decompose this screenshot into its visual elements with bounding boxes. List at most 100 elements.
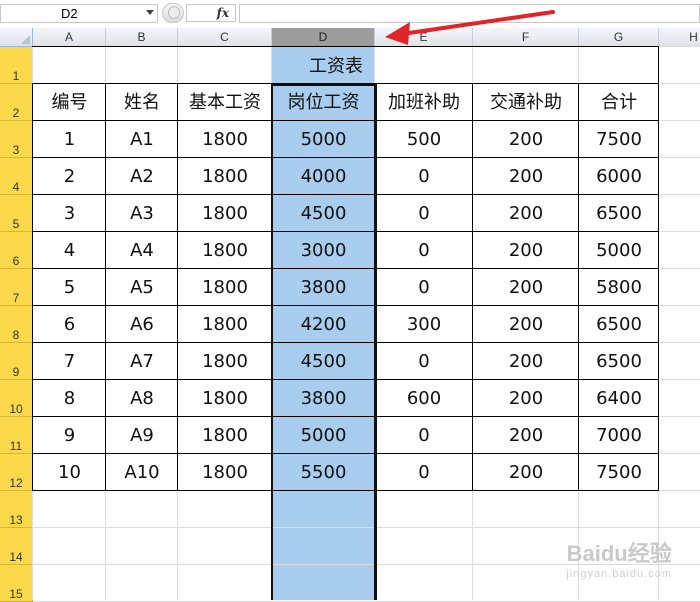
data-cell[interactable]: A2 <box>106 158 178 195</box>
data-cell[interactable]: 7500 <box>579 454 659 491</box>
data-cell[interactable]: 200 <box>473 343 579 380</box>
data-cell[interactable]: A1 <box>106 121 178 158</box>
header-cell[interactable]: 编号 <box>33 84 106 121</box>
data-cell[interactable]: 5000 <box>579 232 659 269</box>
data-cell[interactable]: 7 <box>33 343 106 380</box>
row-header-7[interactable]: 7 <box>0 269 33 306</box>
data-cell[interactable]: 4500 <box>272 343 375 380</box>
data-cell[interactable]: 1800 <box>178 158 272 195</box>
data-cell[interactable]: 600 <box>375 380 473 417</box>
row-header-8[interactable]: 8 <box>0 306 33 343</box>
row-header-15[interactable]: 15 <box>0 565 33 602</box>
data-cell[interactable]: 1800 <box>178 306 272 343</box>
row-header-3[interactable]: 3 <box>0 121 33 158</box>
table-border-horizontal <box>33 157 659 158</box>
data-cell[interactable]: 200 <box>473 417 579 454</box>
row-header-4[interactable]: 4 <box>0 158 33 195</box>
data-cell[interactable]: A3 <box>106 195 178 232</box>
row-header-9[interactable]: 9 <box>0 343 33 380</box>
data-cell[interactable]: A6 <box>106 306 178 343</box>
header-cell[interactable]: 交通补助 <box>473 84 579 121</box>
row-header-12[interactable]: 12 <box>0 454 33 491</box>
data-cell[interactable]: 0 <box>375 195 473 232</box>
data-cell[interactable]: 0 <box>375 454 473 491</box>
header-cell[interactable]: 合计 <box>579 84 659 121</box>
data-cell[interactable]: 1800 <box>178 380 272 417</box>
data-cell[interactable]: 0 <box>375 417 473 454</box>
data-cell[interactable]: A9 <box>106 417 178 454</box>
row-header-11[interactable]: 11 <box>0 417 33 454</box>
data-cell[interactable]: 200 <box>473 232 579 269</box>
data-cell[interactable]: 5500 <box>272 454 375 491</box>
data-cell[interactable]: 200 <box>473 195 579 232</box>
data-cell[interactable]: 4500 <box>272 195 375 232</box>
data-cell[interactable]: 4200 <box>272 306 375 343</box>
data-cell[interactable]: 0 <box>375 269 473 306</box>
row-header-6[interactable]: 6 <box>0 232 33 269</box>
data-cell[interactable]: 500 <box>375 121 473 158</box>
data-cell[interactable]: 3 <box>33 195 106 232</box>
table-border-vertical <box>472 83 473 491</box>
data-cell[interactable]: A5 <box>106 269 178 306</box>
row-header-13[interactable]: 13 <box>0 491 33 528</box>
header-cell[interactable]: 加班补助 <box>375 84 473 121</box>
data-cell[interactable]: A10 <box>106 454 178 491</box>
data-cell[interactable]: 8 <box>33 380 106 417</box>
row-header-label: 5 <box>12 217 20 231</box>
data-cell[interactable]: 200 <box>473 269 579 306</box>
data-cell[interactable]: 1800 <box>178 454 272 491</box>
data-cell[interactable]: 1800 <box>178 417 272 454</box>
data-cell[interactable]: 10 <box>33 454 106 491</box>
data-cell[interactable]: 300 <box>375 306 473 343</box>
data-cell[interactable]: 4 <box>33 232 106 269</box>
data-cell[interactable]: 6000 <box>579 158 659 195</box>
data-cell[interactable]: 3000 <box>272 232 375 269</box>
table-border-vertical <box>578 83 579 491</box>
data-cell[interactable]: 200 <box>473 454 579 491</box>
row-header-2[interactable]: 2 <box>0 84 33 121</box>
data-cell[interactable]: 5800 <box>579 269 659 306</box>
data-cell[interactable]: 1800 <box>178 269 272 306</box>
data-cell[interactable]: 1800 <box>178 343 272 380</box>
header-cell[interactable]: 岗位工资 <box>272 84 375 121</box>
data-cell[interactable]: 6 <box>33 306 106 343</box>
data-cell[interactable]: 5000 <box>272 417 375 454</box>
data-cell[interactable]: 5000 <box>272 121 375 158</box>
table-border-horizontal <box>33 268 659 269</box>
row-header-5[interactable]: 5 <box>0 195 33 232</box>
data-cell[interactable]: 7500 <box>579 121 659 158</box>
header-cell[interactable]: 姓名 <box>106 84 178 121</box>
data-cell[interactable]: 5 <box>33 269 106 306</box>
data-cell[interactable]: 6500 <box>579 195 659 232</box>
header-cell[interactable]: 基本工资 <box>178 84 272 121</box>
data-cell[interactable]: 0 <box>375 232 473 269</box>
data-cell[interactable]: 4000 <box>272 158 375 195</box>
data-cell[interactable]: 0 <box>375 343 473 380</box>
row-header-14[interactable]: 14 <box>0 528 33 565</box>
data-cell[interactable]: 2 <box>33 158 106 195</box>
data-cell[interactable]: 3800 <box>272 380 375 417</box>
data-cell[interactable]: 200 <box>473 158 579 195</box>
watermark-sub: jingyan.baidu.com <box>566 568 672 580</box>
data-cell[interactable]: A4 <box>106 232 178 269</box>
data-cell[interactable]: 200 <box>473 121 579 158</box>
data-cell[interactable]: 0 <box>375 158 473 195</box>
data-cell[interactable]: 9 <box>33 417 106 454</box>
data-cell[interactable]: A8 <box>106 380 178 417</box>
row-header-10[interactable]: 10 <box>0 380 33 417</box>
data-cell[interactable]: 200 <box>473 306 579 343</box>
data-cell[interactable]: 7000 <box>579 417 659 454</box>
data-cell[interactable]: 6400 <box>579 380 659 417</box>
data-cell[interactable]: 3800 <box>272 269 375 306</box>
watermark-text: Baidu经验 <box>566 541 672 566</box>
data-cell[interactable]: 1 <box>33 121 106 158</box>
table-border-horizontal <box>33 305 659 306</box>
data-cell[interactable]: 6500 <box>579 306 659 343</box>
worksheet-grid[interactable]: 工资表 编号 姓名 基本工资 岗位工资 加班补助 交通补助 合计 1 A1 1800 5000 500 2… <box>32 46 700 602</box>
data-cell[interactable]: 1800 <box>178 121 272 158</box>
data-cell[interactable]: A7 <box>106 343 178 380</box>
data-cell[interactable]: 6500 <box>579 343 659 380</box>
data-cell[interactable]: 200 <box>473 380 579 417</box>
data-cell[interactable]: 1800 <box>178 232 272 269</box>
data-cell[interactable]: 1800 <box>178 195 272 232</box>
